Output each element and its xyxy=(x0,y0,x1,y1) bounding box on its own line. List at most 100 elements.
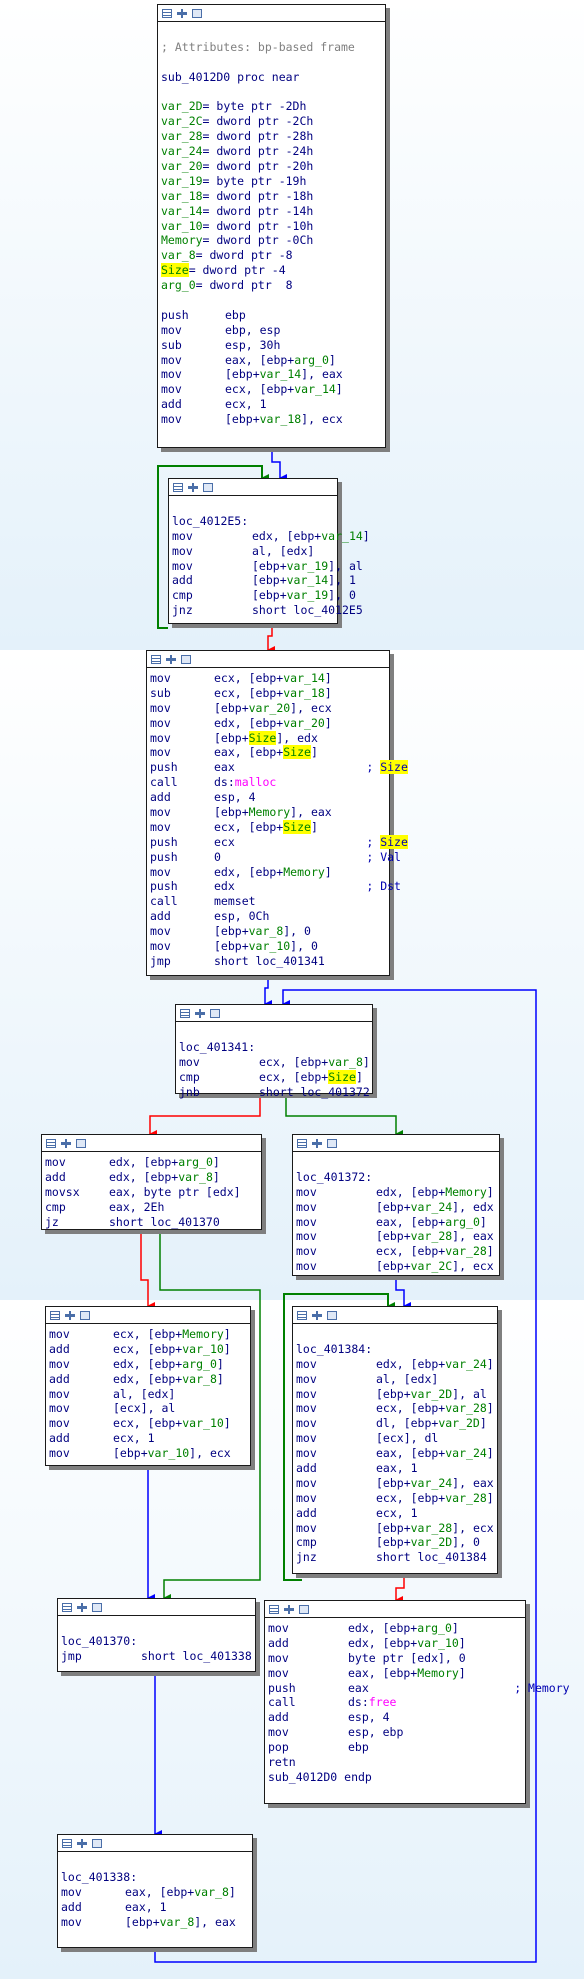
code-line[interactable] xyxy=(61,1619,253,1634)
split-node-icon[interactable] xyxy=(312,1138,322,1148)
code-line[interactable]: add ecx, [ebp+var_10] xyxy=(49,1342,248,1357)
code-line[interactable]: jnz short loc_401384 xyxy=(296,1550,495,1565)
text-view-icon[interactable] xyxy=(299,1604,309,1614)
code-line[interactable]: var_28= dword ptr -28h xyxy=(161,129,383,144)
code-line[interactable]: jmp short loc_401341 xyxy=(150,954,387,969)
code-line[interactable]: mov byte ptr [edx], 0 xyxy=(268,1651,523,1666)
code-line[interactable]: mov eax, [ebp+Memory] xyxy=(268,1666,523,1681)
split-node-icon[interactable] xyxy=(284,1604,294,1614)
code-line[interactable]: mov ecx, [ebp+Memory] xyxy=(49,1327,248,1342)
code-line[interactable]: call memset xyxy=(150,894,387,909)
code-line[interactable]: sub ecx, [ebp+var_18] xyxy=(150,686,387,701)
code-line[interactable]: call ds:free xyxy=(268,1695,523,1710)
code-line[interactable]: var_20= dword ptr -20h xyxy=(161,159,383,174)
split-node-icon[interactable] xyxy=(177,8,187,18)
code-line[interactable]: add ecx, 1 xyxy=(49,1431,248,1446)
stack-var-name[interactable]: var_8 xyxy=(161,248,196,262)
code-line[interactable]: mov eax, [ebp+Size] xyxy=(150,745,387,760)
code-line[interactable] xyxy=(161,293,383,308)
text-view-icon[interactable] xyxy=(76,1138,86,1148)
code-line[interactable]: loc_401370: xyxy=(61,1634,253,1649)
code-line[interactable]: sub_4012D0 endp xyxy=(268,1770,523,1785)
code-block-loc-401341[interactable]: loc_401341: mov ecx, [ebp+var_8] cmp ecx, [e… xyxy=(175,1004,373,1099)
code-block-sub-4012D0[interactable]: ; Attributes: bp-based frame sub_4012D0 p… xyxy=(157,4,386,448)
split-node-icon[interactable] xyxy=(65,1310,75,1320)
code-line[interactable]: mov edx, [ebp+arg_0] xyxy=(49,1357,248,1372)
graph-view-icon[interactable] xyxy=(46,1138,56,1148)
code-line[interactable]: var_24= dword ptr -24h xyxy=(161,144,383,159)
stack-var-name[interactable]: var_18 xyxy=(161,189,203,203)
code-line[interactable] xyxy=(61,1855,250,1870)
code-line[interactable]: mov ecx, [ebp+Size] xyxy=(150,819,387,835)
code-line[interactable]: mov [ebp+var_14], eax xyxy=(161,367,383,382)
code-line[interactable]: mov [ebp+Memory], eax xyxy=(150,805,387,820)
code-line[interactable]: loc_401338: xyxy=(61,1870,250,1885)
code-line[interactable]: add edx, [ebp+var_10] xyxy=(268,1636,523,1651)
stack-var-name[interactable]: var_20 xyxy=(161,159,203,173)
code-line[interactable]: Size= dword ptr -4 xyxy=(161,263,383,278)
split-node-icon[interactable] xyxy=(312,1310,322,1320)
split-node-icon[interactable] xyxy=(77,1602,87,1612)
graph-view-icon[interactable] xyxy=(151,654,161,664)
stack-var-name[interactable]: arg_0 xyxy=(161,278,196,292)
code-line[interactable]: mov edx, [ebp+arg_0] xyxy=(45,1155,259,1170)
code-line[interactable]: mov [ebp+var_2D], al xyxy=(296,1387,495,1402)
code-block-loc-4012E5[interactable]: loc_4012E5: mov edx, [ebp+var_14] mov al, [e… xyxy=(168,478,370,624)
code-line[interactable]: mov [ebp+var_8], 0 xyxy=(150,924,387,939)
code-line[interactable]: ; Attributes: bp-based frame xyxy=(161,40,383,55)
text-view-icon[interactable] xyxy=(92,1838,102,1848)
code-line[interactable] xyxy=(161,55,383,70)
text-view-icon[interactable] xyxy=(181,654,191,664)
graph-view-icon[interactable] xyxy=(50,1310,60,1320)
code-line[interactable]: var_14= dword ptr -14h xyxy=(161,204,383,219)
stack-var-name[interactable]: var_24 xyxy=(161,144,203,158)
graph-view-icon[interactable] xyxy=(297,1138,307,1148)
code-line[interactable]: push eax ; Size xyxy=(150,760,408,775)
code-line[interactable] xyxy=(172,499,335,514)
graph-view-icon[interactable] xyxy=(297,1310,307,1320)
graph-view-icon[interactable] xyxy=(180,1008,190,1018)
code-line[interactable]: mov eax, [ebp+var_24] xyxy=(296,1446,495,1461)
stack-var-name[interactable]: var_28 xyxy=(161,129,203,143)
split-node-icon[interactable] xyxy=(188,482,198,492)
text-view-icon[interactable] xyxy=(210,1008,220,1018)
code-line[interactable]: add edx, [ebp+var_8] xyxy=(45,1170,259,1185)
code-line[interactable]: mov eax, [ebp+var_8] xyxy=(61,1885,250,1900)
code-line[interactable]: var_2D= byte ptr -2Dh xyxy=(161,99,383,114)
code-line[interactable]: mov edx, [ebp+Memory] xyxy=(150,865,387,880)
code-line[interactable]: mov edx, [ebp+var_14] xyxy=(172,529,370,544)
code-line[interactable]: cmp eax, 2Eh xyxy=(45,1200,259,1215)
code-line[interactable]: add eax, 1 xyxy=(61,1900,250,1915)
code-line[interactable]: mov ecx, [ebp+var_28] xyxy=(296,1244,497,1259)
stack-var-name[interactable]: var_2C xyxy=(161,114,203,128)
code-block-copy-byte[interactable]: mov ecx, [ebp+Memory] add ecx, [ebp+var_10]… xyxy=(45,1306,251,1466)
code-line[interactable]: mov ecx, [ebp+var_14] xyxy=(150,671,387,686)
code-line[interactable]: mov [ecx], al xyxy=(49,1401,248,1416)
text-view-icon[interactable] xyxy=(327,1138,337,1148)
code-line[interactable]: add ecx, 1 xyxy=(161,397,383,412)
code-line[interactable]: mov ecx, [ebp+var_8] xyxy=(179,1055,370,1070)
code-block-malloc-memset[interactable]: mov ecx, [ebp+var_14] sub ecx, [ebp+var_18]… xyxy=(146,650,408,976)
code-line[interactable]: jnb short loc_401372 xyxy=(179,1085,370,1100)
code-line[interactable]: mov al, [edx] xyxy=(49,1387,248,1402)
code-line[interactable]: var_19= byte ptr -19h xyxy=(161,174,383,189)
stack-var-name[interactable]: var_19 xyxy=(161,174,203,188)
code-block-loc-401372[interactable]: loc_401372: mov edx, [ebp+Memory] mov [ebp+v… xyxy=(292,1134,500,1276)
code-block-loc-401338[interactable]: loc_401338: mov eax, [ebp+var_8] add eax, 1m… xyxy=(57,1834,253,1948)
split-node-icon[interactable] xyxy=(166,654,176,664)
code-line[interactable]: jz short loc_401370 xyxy=(45,1215,259,1230)
stack-var-name[interactable]: var_10 xyxy=(161,219,203,233)
code-line[interactable]: loc_4012E5: xyxy=(172,514,335,529)
code-line[interactable]: push ebp xyxy=(161,308,383,323)
code-line[interactable]: add edx, [ebp+var_8] xyxy=(49,1372,248,1387)
code-line[interactable]: mov [ebp+var_28], ecx xyxy=(296,1521,495,1536)
graph-view-icon[interactable] xyxy=(173,482,183,492)
code-line[interactable]: mov ecx, [ebp+var_10] xyxy=(49,1416,248,1431)
code-line[interactable]: mov [ebp+var_10], 0 xyxy=(150,939,387,954)
text-view-icon[interactable] xyxy=(192,8,202,18)
code-line[interactable]: push ecx ; Size xyxy=(150,834,408,850)
stack-var-name[interactable]: Size xyxy=(161,263,189,278)
code-line[interactable] xyxy=(161,25,383,40)
code-line[interactable]: mov [ebp+var_18], ecx xyxy=(161,412,383,427)
code-line[interactable] xyxy=(296,1327,495,1342)
